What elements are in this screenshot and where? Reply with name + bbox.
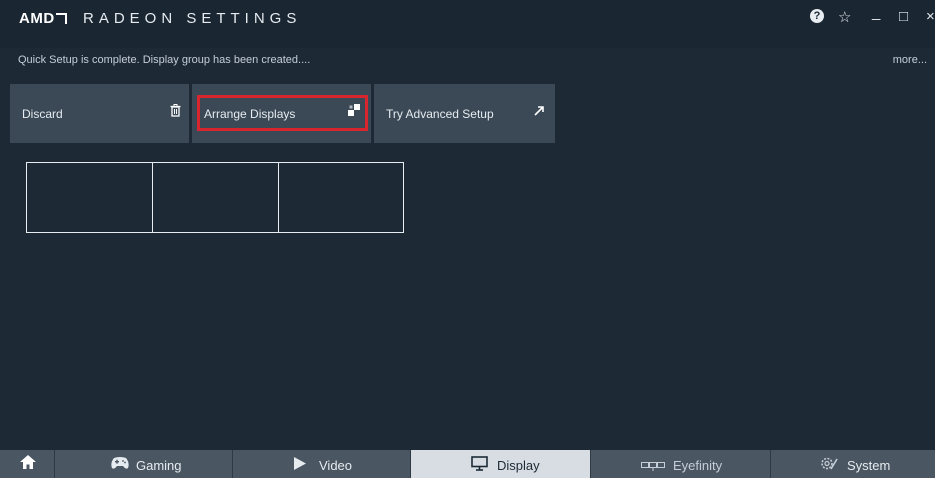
play-icon <box>294 457 306 473</box>
eyefinity-icon <box>641 459 665 475</box>
tab-video-label: Video <box>319 458 353 473</box>
more-link[interactable]: more... <box>893 54 927 66</box>
advanced-setup-label: Try Advanced Setup <box>386 107 494 121</box>
gamepad-icon <box>110 456 130 473</box>
gear-icon <box>820 456 838 474</box>
tab-gaming[interactable]: Gaming <box>54 450 232 478</box>
tab-gaming-label: Gaming <box>136 458 182 473</box>
tab-system[interactable]: System <box>770 450 935 478</box>
maximize-button[interactable]: □ <box>899 8 908 25</box>
trash-icon <box>170 104 181 120</box>
bookmark-star-icon[interactable]: ☆ <box>838 8 851 26</box>
tab-video[interactable]: Video <box>232 450 410 478</box>
amd-arrow-icon <box>55 13 67 24</box>
try-advanced-setup-button[interactable]: Try Advanced Setup <box>374 84 555 143</box>
discard-label: Discard <box>22 107 63 121</box>
tab-eyefinity[interactable]: Eyefinity <box>590 450 770 478</box>
display-3[interactable] <box>278 162 404 233</box>
amd-logo: AMD <box>19 10 67 27</box>
tab-system-label: System <box>847 458 891 473</box>
tab-display[interactable]: Display <box>410 450 590 478</box>
app-title: RADEON SETTINGS <box>83 10 302 27</box>
home-tab[interactable] <box>0 450 54 478</box>
title-bar: AMD RADEON SETTINGS ? ☆ _ □ × <box>0 0 935 48</box>
display-2[interactable] <box>152 162 279 233</box>
bottom-nav: Gaming Video Display Eyefinity System <box>0 450 935 478</box>
tab-eyefinity-label: Eyefinity <box>673 458 723 473</box>
annotation-highlight <box>197 95 368 131</box>
display-1[interactable] <box>26 162 153 233</box>
help-icon[interactable]: ? <box>810 9 824 23</box>
home-icon <box>20 455 36 472</box>
monitor-icon <box>471 456 488 474</box>
close-button[interactable]: × <box>926 8 935 25</box>
arrow-up-right-icon <box>534 104 545 119</box>
tab-display-label: Display <box>497 458 540 473</box>
discard-button[interactable]: Discard <box>10 84 189 143</box>
brand-text: AMD <box>19 10 55 27</box>
minimize-button[interactable]: _ <box>872 4 880 21</box>
status-message: Quick Setup is complete. Display group h… <box>18 54 311 66</box>
